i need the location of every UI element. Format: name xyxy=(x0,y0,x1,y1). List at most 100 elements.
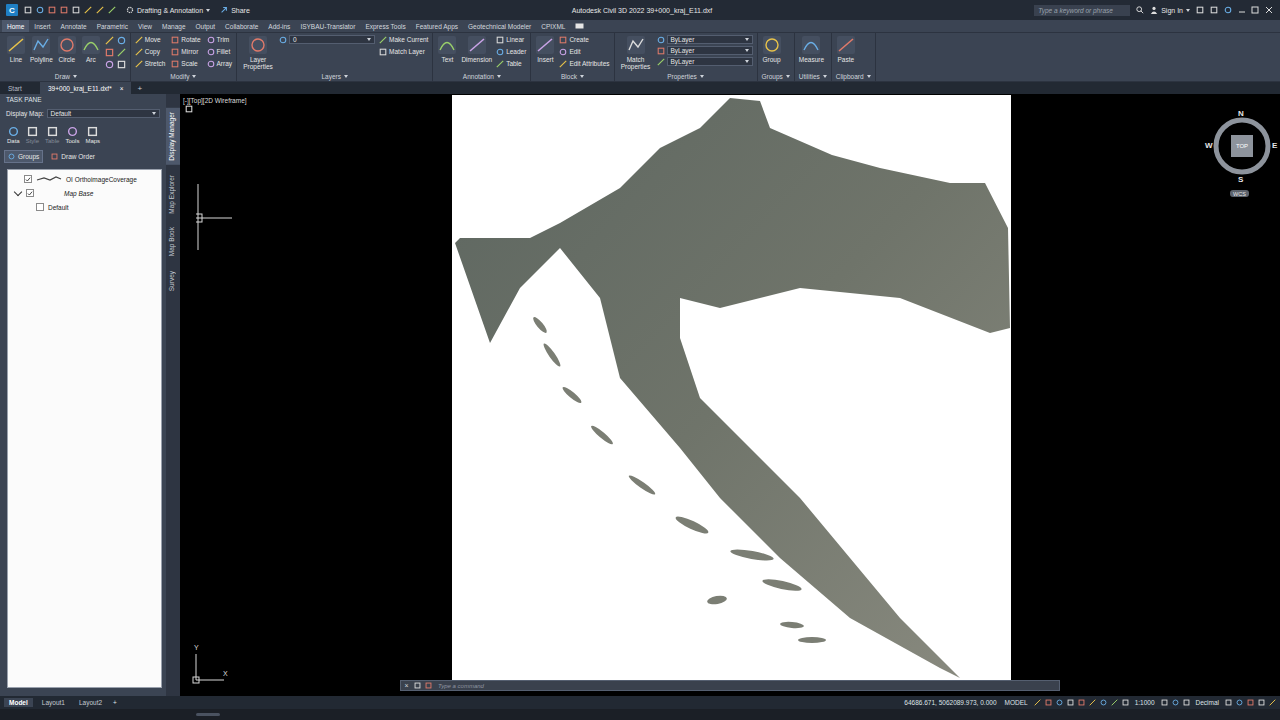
layout-tab[interactable]: Layout2 xyxy=(74,698,107,707)
side-tab[interactable]: Survey xyxy=(166,267,180,295)
units[interactable]: Decimal xyxy=(1194,699,1221,706)
sign-in-button[interactable]: Sign In xyxy=(1150,6,1190,14)
new-tab-button[interactable]: + xyxy=(131,82,148,94)
compass-west[interactable]: W xyxy=(1205,141,1213,150)
ribbon-button[interactable]: Paste xyxy=(836,35,856,63)
recent-commands-button[interactable] xyxy=(423,681,434,690)
side-tab[interactable]: Display Manager xyxy=(166,108,180,165)
small-tool[interactable]: Copy xyxy=(135,47,166,56)
small-tool[interactable]: Linear xyxy=(496,35,526,44)
ribbon-button[interactable]: Text xyxy=(437,35,457,63)
viewcube-mini[interactable] xyxy=(185,105,193,113)
small-tool[interactable]: Table xyxy=(496,59,526,68)
layer-checkbox[interactable] xyxy=(36,203,44,211)
ribbon-tab[interactable]: Express Tools xyxy=(360,20,410,32)
raster-image[interactable] xyxy=(452,95,1011,685)
ribbon-button[interactable]: Dimension xyxy=(461,35,492,63)
ribbon-tab[interactable]: Geotechnical Modeler xyxy=(463,20,536,32)
ribbon-tab[interactable]: Featured Apps xyxy=(411,20,463,32)
command-input[interactable]: Type a command xyxy=(434,683,1059,689)
window-controls-icon[interactable] xyxy=(1238,6,1274,14)
layer-checkbox[interactable] xyxy=(26,189,34,197)
property-dropdown[interactable]: ByLayer xyxy=(667,35,753,44)
app-logo[interactable]: C xyxy=(6,4,18,16)
ribbon-tab[interactable]: Output xyxy=(191,20,221,32)
ribbon-tab[interactable]: Manage xyxy=(157,20,191,32)
layer-checkbox[interactable] xyxy=(24,175,32,183)
panel-title[interactable]: Utilities xyxy=(799,71,827,81)
scroll-thumb[interactable] xyxy=(196,713,220,716)
panel-title[interactable]: Annotation xyxy=(437,71,526,81)
ribbon-button[interactable]: Polyline xyxy=(30,35,53,63)
task-pane-tool[interactable]: Tools xyxy=(65,126,79,144)
drawing-canvas[interactable]: [-][Top][2D Wireframe]NSWETOPWCSYX×Type … xyxy=(180,94,1280,696)
add-layout-button[interactable]: + xyxy=(111,699,119,706)
ribbon-button[interactable]: Arc xyxy=(81,35,101,63)
viewport-controls[interactable]: [-][Top][2D Wireframe] xyxy=(183,97,247,104)
small-tool[interactable]: Scale xyxy=(171,59,200,68)
compass-south[interactable]: S xyxy=(1238,175,1243,184)
customize-command-button[interactable] xyxy=(412,681,423,690)
ribbon-tab[interactable]: Insert xyxy=(29,20,55,32)
small-tool[interactable]: Array xyxy=(207,59,233,68)
ribbon-tab[interactable]: CPIXML xyxy=(536,20,570,32)
task-pane-tool[interactable]: Table xyxy=(45,126,59,144)
small-tool[interactable]: Leader xyxy=(496,47,526,56)
ribbon-tab[interactable]: Collaborate xyxy=(220,20,263,32)
task-pane-button[interactable]: Groups xyxy=(4,150,43,163)
space-toggle[interactable]: MODEL xyxy=(1003,699,1030,706)
ribbon-tab[interactable]: Add-ins xyxy=(263,20,295,32)
close-tab-button[interactable]: × xyxy=(120,85,124,92)
panel-title[interactable]: Properties xyxy=(619,71,753,81)
small-tool[interactable]: Match Layer xyxy=(379,47,428,56)
small-tool[interactable]: Create xyxy=(559,35,609,44)
ribbon-button[interactable]: Group xyxy=(762,35,782,63)
task-pane-tool[interactable]: Style xyxy=(26,126,39,144)
panel-title[interactable]: Modify xyxy=(135,71,232,81)
ribbon-tab[interactable]: ISYBAU-Translator xyxy=(295,20,360,32)
task-pane-tool[interactable]: Maps xyxy=(85,126,100,144)
ribbon-button[interactable]: Line xyxy=(6,35,26,63)
small-tool[interactable]: Edit xyxy=(559,47,609,56)
property-dropdown[interactable]: ByLayer xyxy=(667,57,753,66)
layer-row[interactable]: OI OrthoimageCoverage xyxy=(8,172,161,186)
file-tab[interactable]: 39+000_kraj_E11.dxf*× xyxy=(40,82,131,94)
property-dropdown[interactable]: 0 xyxy=(289,35,375,44)
panel-title[interactable]: Block xyxy=(535,71,609,81)
ribbon-button[interactable]: Circle xyxy=(57,35,77,63)
small-tool[interactable]: Rotate xyxy=(171,35,200,44)
compass-east[interactable]: E xyxy=(1272,141,1277,150)
ribbon-tab[interactable]: Annotate xyxy=(56,20,92,32)
ribbon-button[interactable]: Layer Properties xyxy=(241,35,275,70)
viewcube-top[interactable]: TOP xyxy=(1231,135,1253,157)
layout-tab[interactable]: Model xyxy=(4,698,33,707)
panel-title[interactable]: Groups xyxy=(762,71,790,81)
small-tool[interactable]: Edit Attributes xyxy=(559,59,609,68)
display-map-select[interactable]: Default xyxy=(47,109,160,118)
small-tool[interactable]: Mirror xyxy=(171,47,200,56)
side-tab[interactable]: Map Book xyxy=(166,223,180,260)
ribbon-button[interactable]: Insert xyxy=(535,35,555,63)
small-tool[interactable]: Trim xyxy=(207,35,233,44)
annotation-scale[interactable]: 1:1000 xyxy=(1133,699,1157,706)
share-button[interactable]: Share xyxy=(220,6,250,14)
panel-title[interactable]: Draw xyxy=(6,71,126,81)
layer-row[interactable]: Default xyxy=(8,200,161,214)
chevron-icon[interactable] xyxy=(14,188,22,196)
panel-title[interactable]: Clipboard xyxy=(836,71,871,81)
layout-tab[interactable]: Layout1 xyxy=(37,698,70,707)
task-pane-tool[interactable]: Data xyxy=(7,126,20,144)
ribbon-tab[interactable]: Home xyxy=(2,20,29,32)
small-tool[interactable]: Stretch xyxy=(135,59,166,68)
viewcube[interactable]: NSWETOP xyxy=(1205,111,1279,185)
search-field[interactable]: Type a keyword or phrase xyxy=(1034,5,1130,16)
panel-title[interactable]: Layers xyxy=(241,71,428,81)
ribbon-button[interactable]: Match Properties xyxy=(619,35,653,70)
workspace-switcher[interactable]: Drafting & Annotation xyxy=(122,6,214,14)
side-tab[interactable]: Map Explorer xyxy=(166,171,180,218)
file-tab[interactable]: Start xyxy=(0,82,40,94)
layer-row[interactable]: Map Base xyxy=(8,186,161,200)
task-pane-button[interactable]: Draw Order xyxy=(47,150,99,163)
ribbon-options[interactable] xyxy=(570,20,589,32)
search-icon[interactable] xyxy=(1136,6,1144,14)
